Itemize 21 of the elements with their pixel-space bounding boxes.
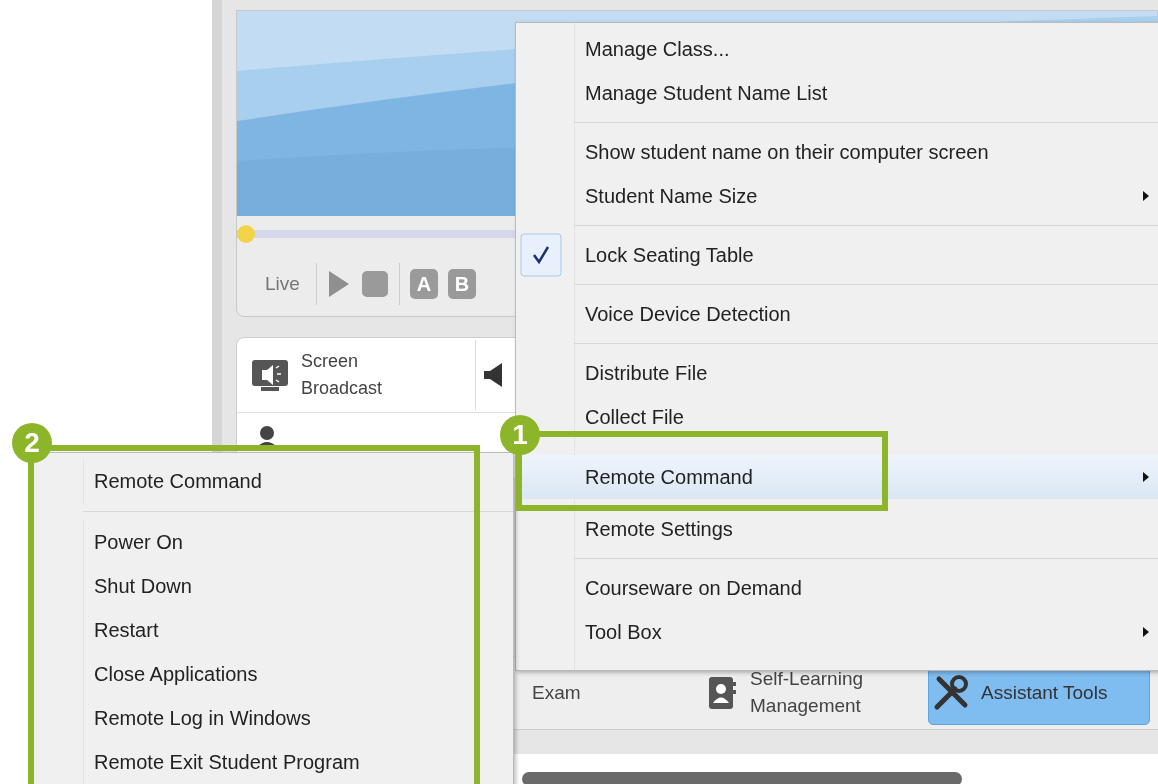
tile-label[interactable]: Screen Broadcast [301, 348, 421, 402]
menu-item[interactable]: Manage Student Name List [575, 71, 1158, 115]
menu-item[interactable]: Tool Box [575, 610, 1158, 654]
contact-book-icon [708, 676, 738, 710]
stop-icon[interactable] [360, 270, 389, 298]
callout-number: 2 [12, 423, 52, 463]
monitor-speaker-icon [251, 358, 289, 392]
menu-item[interactable]: Remote Settings [575, 507, 1158, 551]
menu-item[interactable]: Distribute File [575, 351, 1158, 395]
toolbar-button[interactable]: Exam [531, 661, 703, 725]
menu-item[interactable]: Collect File [575, 395, 1158, 439]
menu-item[interactable]: Courseware on Demand [575, 566, 1158, 610]
play-icon[interactable] [326, 269, 351, 299]
seek-thumb[interactable] [237, 225, 255, 243]
menu-item[interactable]: Lock Seating Table [575, 233, 1158, 277]
slider-track[interactable] [522, 772, 962, 784]
menu-item[interactable]: Student Name Size [575, 174, 1158, 218]
menu-item[interactable]: Voice Device Detection [575, 292, 1158, 336]
menu-item[interactable]: Show student name on their computer screen [575, 130, 1158, 174]
tools-icon [933, 675, 969, 711]
live-label[interactable]: Live [265, 273, 300, 295]
